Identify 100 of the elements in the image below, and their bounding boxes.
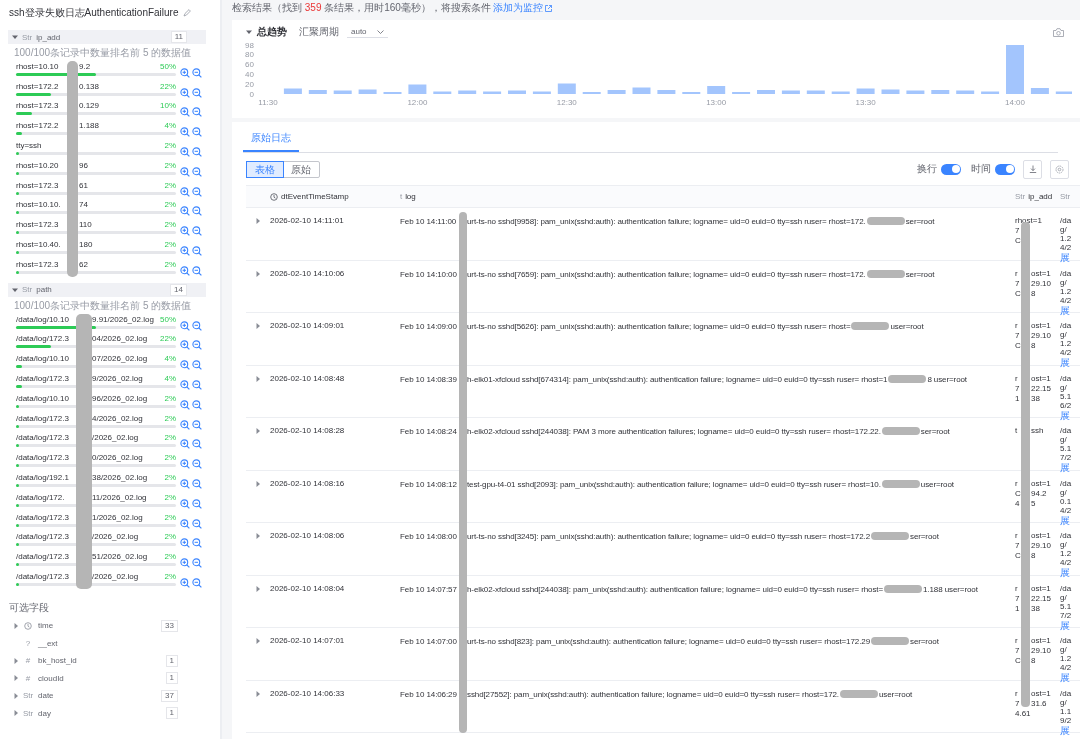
- caret-icon[interactable]: [255, 480, 261, 487]
- zoom-in-icon[interactable]: [180, 127, 190, 138]
- zoom-out-icon[interactable]: [192, 379, 202, 390]
- view-mode-button[interactable]: 原始: [283, 161, 319, 177]
- expand-link[interactable]: 展: [1060, 409, 1080, 421]
- zoom-in-icon[interactable]: [180, 360, 190, 371]
- zoom-out-icon[interactable]: [192, 399, 202, 410]
- zoom-in-icon[interactable]: [180, 87, 190, 98]
- zoom-out-icon[interactable]: [192, 186, 202, 197]
- field-name[interactable]: cloudId: [38, 673, 166, 683]
- caret-icon[interactable]: [246, 29, 252, 35]
- expand-link[interactable]: 展: [1060, 252, 1080, 263]
- zoom-out-icon[interactable]: [192, 245, 202, 256]
- zoom-out-icon[interactable]: [192, 538, 202, 549]
- zoom-in-icon[interactable]: [180, 439, 190, 450]
- expand-link[interactable]: 展: [1060, 724, 1080, 736]
- zoom-out-icon[interactable]: [192, 459, 202, 470]
- caret-icon[interactable]: [255, 428, 261, 434]
- caret-icon[interactable]: [255, 323, 261, 329]
- zoom-in-icon[interactable]: [180, 147, 190, 157]
- tab[interactable]: 原始日志: [243, 122, 299, 152]
- caret-icon[interactable]: [13, 622, 19, 629]
- caret-icon[interactable]: [13, 657, 19, 664]
- zoom-in-icon[interactable]: [180, 518, 190, 529]
- caret-icon[interactable]: [255, 375, 261, 382]
- expand-link[interactable]: 展: [1060, 357, 1080, 368]
- field-name[interactable]: time: [38, 621, 162, 631]
- zoom-in-icon[interactable]: [180, 320, 190, 331]
- zoom-in-icon[interactable]: [180, 379, 190, 390]
- zoom-in-icon[interactable]: [180, 245, 190, 256]
- zoom-in-icon[interactable]: [180, 226, 190, 237]
- zoom-in-icon[interactable]: [180, 206, 190, 217]
- zoom-in-icon[interactable]: [180, 67, 190, 78]
- caret-icon[interactable]: [13, 710, 19, 717]
- toggle-switch[interactable]: [995, 163, 1015, 175]
- zoom-in-icon[interactable]: [180, 558, 190, 569]
- field-header[interactable]: Str ip_add 11: [8, 30, 206, 44]
- zoom-in-icon[interactable]: [180, 107, 190, 118]
- toggle-switch[interactable]: [941, 163, 961, 175]
- zoom-out-icon[interactable]: [192, 166, 202, 177]
- download-button[interactable]: [1023, 159, 1042, 179]
- expand-link[interactable]: 展: [1060, 304, 1080, 316]
- field-name[interactable]: date: [38, 691, 162, 701]
- zoom-out-icon[interactable]: [192, 87, 202, 98]
- zoom-out-icon[interactable]: [192, 419, 202, 430]
- zoom-out-icon[interactable]: [192, 265, 202, 276]
- zoom-in-icon[interactable]: [180, 419, 190, 430]
- column-header[interactable]: dtEventTimeStamp: [281, 192, 349, 201]
- zoom-out-icon[interactable]: [192, 127, 202, 138]
- expand-link[interactable]: 展: [1060, 672, 1080, 683]
- zoom-out-icon[interactable]: [192, 360, 202, 371]
- zoom-in-icon[interactable]: [180, 186, 190, 197]
- zoom-out-icon[interactable]: [192, 498, 202, 509]
- zoom-out-icon[interactable]: [192, 206, 202, 217]
- external-link-icon[interactable]: [544, 4, 552, 12]
- add-monitor-link[interactable]: 添加为监控: [492, 1, 543, 15]
- zoom-in-icon[interactable]: [180, 577, 190, 588]
- zoom-in-icon[interactable]: [180, 538, 190, 549]
- expand-link[interactable]: 展: [1060, 514, 1080, 526]
- zoom-out-icon[interactable]: [192, 107, 202, 118]
- caret-icon[interactable]: [13, 675, 19, 682]
- zoom-out-icon[interactable]: [192, 577, 202, 588]
- field-header[interactable]: Str path 14: [8, 282, 206, 297]
- zoom-in-icon[interactable]: [180, 265, 190, 276]
- caret-icon[interactable]: [255, 270, 261, 277]
- zoom-in-icon[interactable]: [180, 166, 190, 177]
- zoom-in-icon[interactable]: [180, 498, 190, 509]
- field-name[interactable]: day: [38, 708, 166, 718]
- caret-icon[interactable]: [255, 218, 261, 224]
- caret-icon[interactable]: [255, 585, 261, 592]
- zoom-out-icon[interactable]: [192, 478, 202, 489]
- zoom-out-icon[interactable]: [192, 558, 202, 569]
- caret-icon[interactable]: [12, 34, 18, 40]
- expand-link[interactable]: 展: [1060, 462, 1080, 473]
- column-header[interactable]: ip_add: [1028, 191, 1053, 202]
- zoom-in-icon[interactable]: [180, 399, 190, 410]
- expand-link[interactable]: 展: [1060, 619, 1080, 631]
- caret-icon[interactable]: [255, 638, 261, 644]
- zoom-in-icon[interactable]: [180, 459, 190, 470]
- caret-icon[interactable]: [12, 286, 18, 293]
- edit-icon[interactable]: [182, 9, 191, 17]
- zoom-out-icon[interactable]: [192, 320, 202, 331]
- zoom-in-icon[interactable]: [180, 340, 190, 351]
- zoom-out-icon[interactable]: [192, 518, 202, 529]
- column-header[interactable]: log: [405, 191, 416, 202]
- caret-icon[interactable]: [13, 692, 19, 699]
- camera-icon[interactable]: [1053, 27, 1064, 37]
- zoom-out-icon[interactable]: [192, 67, 202, 78]
- expand-link[interactable]: 展: [1060, 567, 1080, 578]
- field-name[interactable]: __ext: [38, 638, 220, 648]
- caret-icon[interactable]: [255, 533, 261, 539]
- zoom-out-icon[interactable]: [192, 226, 202, 237]
- zoom-out-icon[interactable]: [192, 340, 202, 351]
- caret-icon[interactable]: [255, 690, 261, 697]
- zoom-in-icon[interactable]: [180, 478, 190, 489]
- period-select[interactable]: auto: [347, 26, 388, 38]
- zoom-out-icon[interactable]: [192, 147, 202, 157]
- field-row[interactable]: ? __ext: [0, 634, 220, 652]
- field-name[interactable]: bk_host_id: [38, 656, 166, 666]
- zoom-out-icon[interactable]: [192, 439, 202, 450]
